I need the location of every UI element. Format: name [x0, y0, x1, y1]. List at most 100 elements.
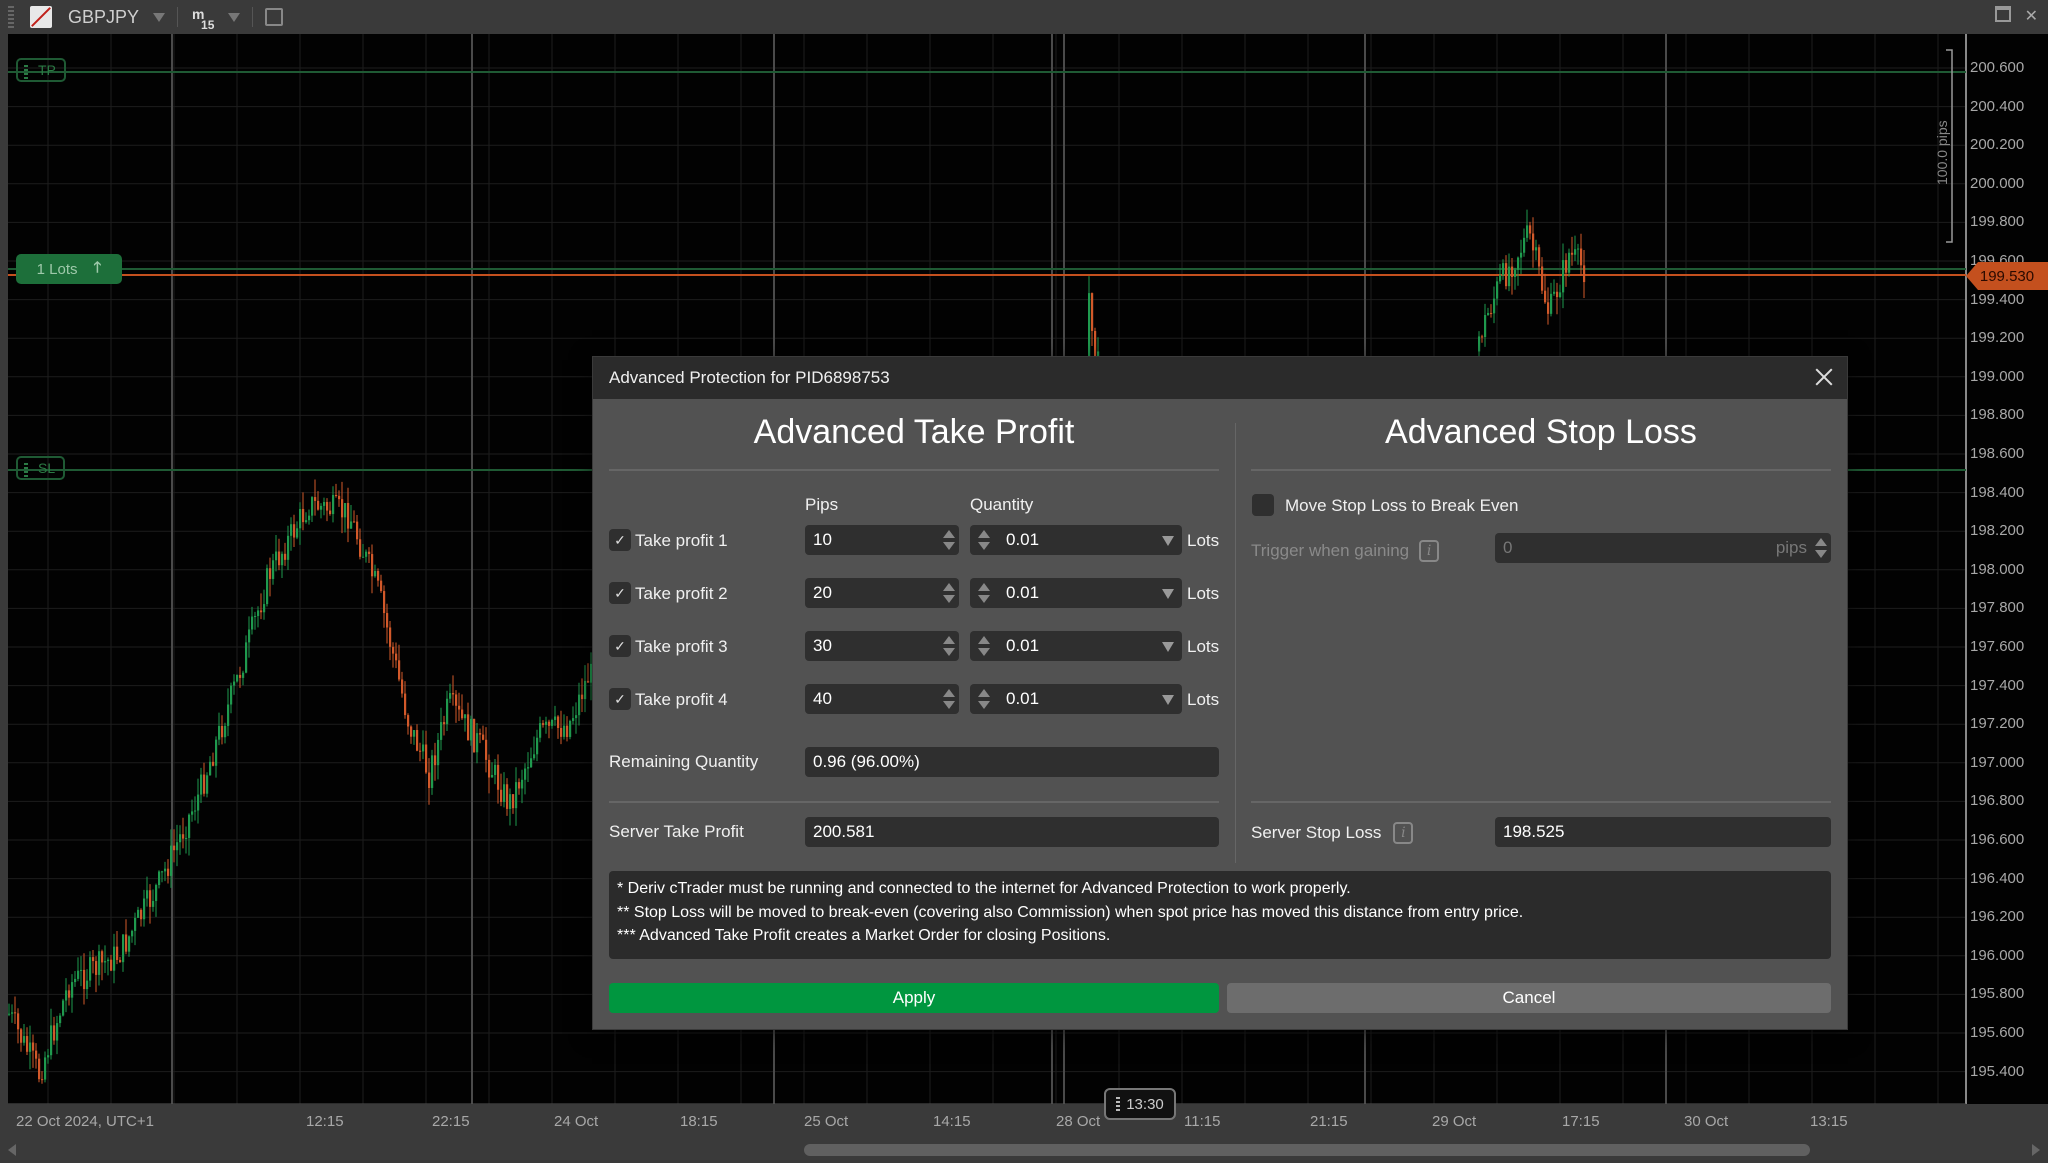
candle-body	[158, 871, 161, 886]
price-axis-label: 196.600	[1970, 831, 2025, 848]
candle-body	[1580, 248, 1583, 266]
scrollbar-thumb[interactable]	[804, 1144, 1810, 1156]
price-axis-label: 196.000	[1970, 946, 2025, 964]
time-marker[interactable]: 13:30	[1104, 1088, 1176, 1120]
candle-body	[35, 1050, 38, 1059]
candle-body	[254, 616, 257, 618]
time-axis-label: 24 Oct	[554, 1113, 599, 1130]
take-profit-checkbox[interactable]: ✓	[609, 582, 631, 604]
candle-body	[1499, 275, 1502, 282]
candle-body	[584, 680, 587, 700]
candle-body	[476, 733, 479, 753]
symbol-name[interactable]: GBPJPY	[68, 7, 139, 28]
stop-loss-tag[interactable]: SL	[16, 456, 66, 480]
dropdown-arrow-icon[interactable]	[1162, 536, 1174, 546]
break-even-label: Move Stop Loss to Break Even	[1285, 496, 1519, 515]
divider	[1251, 801, 1831, 803]
candle-body	[470, 718, 473, 741]
spinner-icon[interactable]	[1815, 538, 1827, 558]
candle-body	[350, 521, 353, 529]
candle-body	[344, 503, 347, 518]
timeframe-selector[interactable]: m 15	[192, 2, 214, 32]
time-axis-label: 21:15	[1310, 1113, 1348, 1130]
spinner-icon[interactable]	[978, 583, 990, 603]
take-profit-quantity-select[interactable]: 0.01	[970, 684, 1182, 714]
candle-body	[1505, 263, 1508, 287]
close-icon[interactable]: ✕	[2025, 6, 2038, 26]
horizontal-scrollbar[interactable]	[0, 1138, 2048, 1163]
spinner-icon[interactable]	[943, 689, 955, 709]
candle-body	[68, 990, 71, 998]
spinner-icon[interactable]	[943, 636, 955, 656]
timeframe-dropdown-arrow-icon[interactable]	[228, 12, 241, 22]
candle-body	[77, 970, 80, 979]
scroll-right-arrow-icon[interactable]	[2032, 1144, 2040, 1156]
candle-body	[272, 560, 275, 579]
info-icon[interactable]: i	[1393, 822, 1414, 844]
candle-body	[197, 794, 200, 811]
candle-body	[164, 868, 167, 872]
take-profit-checkbox[interactable]: ✓	[609, 688, 631, 710]
spinner-icon[interactable]	[978, 636, 990, 656]
spinner-icon[interactable]	[943, 530, 955, 550]
take-profit-pips-input[interactable]: 30	[805, 631, 959, 661]
candle-body	[563, 725, 566, 737]
candle-body	[320, 505, 323, 510]
take-profit-checkbox[interactable]: ✓	[609, 635, 631, 657]
close-icon[interactable]	[1813, 366, 1835, 388]
take-profit-pips-input[interactable]: 20	[805, 578, 959, 608]
pips-value: 40	[813, 689, 832, 708]
candle-body	[530, 758, 533, 768]
spinner-icon[interactable]	[978, 689, 990, 709]
info-icon[interactable]: i	[1419, 540, 1440, 562]
take-profit-pips-input[interactable]: 10	[805, 525, 959, 555]
candle-body	[161, 871, 164, 873]
dropdown-arrow-icon[interactable]	[1162, 695, 1174, 705]
drag-grip-icon[interactable]	[8, 6, 14, 28]
take-profit-label: Take profit 3	[635, 637, 728, 656]
position-tag-label: 1 Lots	[36, 260, 78, 278]
dropdown-arrow-icon[interactable]	[1162, 589, 1174, 599]
take-profit-tag[interactable]: TP	[16, 58, 66, 82]
take-profit-quantity-select[interactable]: 0.01	[970, 525, 1182, 555]
arrow-up-icon: 🡑	[93, 258, 102, 276]
price-axis-label: 197.200	[1970, 715, 2025, 733]
apply-button[interactable]: Apply	[609, 983, 1219, 1013]
dropdown-arrow-icon[interactable]	[1162, 642, 1174, 652]
pips-column-header: Pips	[805, 495, 839, 514]
candle-body	[281, 553, 284, 566]
break-even-checkbox[interactable]	[1252, 494, 1274, 516]
take-profit-quantity-select[interactable]: 0.01	[970, 631, 1182, 661]
candle-body	[182, 834, 185, 839]
candle-body	[137, 909, 140, 918]
candle-body	[101, 951, 104, 963]
candle-body	[1565, 260, 1568, 273]
symbol-icon[interactable]	[30, 6, 52, 28]
maximize-icon[interactable]	[1994, 6, 2011, 22]
candle-body	[11, 1012, 14, 1014]
take-profit-checkbox[interactable]: ✓	[609, 529, 631, 551]
candle-body	[440, 722, 443, 740]
candle-body	[38, 1058, 41, 1080]
scroll-left-arrow-icon[interactable]	[8, 1144, 16, 1156]
candle-body	[71, 982, 74, 998]
cast-icon[interactable]	[265, 8, 284, 26]
candle-body	[50, 1025, 53, 1056]
candle-body	[482, 734, 485, 740]
candle-body	[257, 610, 260, 617]
spinner-icon[interactable]	[943, 583, 955, 603]
symbol-dropdown-arrow-icon[interactable]	[153, 12, 166, 22]
position-tag[interactable]: 1 Lots 🡑	[16, 254, 122, 284]
candle-body	[32, 1042, 35, 1051]
candle-body	[461, 709, 464, 719]
take-profit-pips-input[interactable]: 40	[805, 684, 959, 714]
trigger-pips-input[interactable]: 0 pips	[1495, 533, 1831, 563]
cancel-button[interactable]: Cancel	[1227, 983, 1831, 1013]
candle-body	[500, 789, 503, 803]
spinner-icon[interactable]	[978, 530, 990, 550]
candle-body	[107, 959, 110, 962]
take-profit-quantity-select[interactable]: 0.01	[970, 578, 1182, 608]
quantity-value: 0.01	[1006, 583, 1040, 602]
candle-body	[299, 508, 302, 529]
candle-body	[293, 524, 296, 538]
